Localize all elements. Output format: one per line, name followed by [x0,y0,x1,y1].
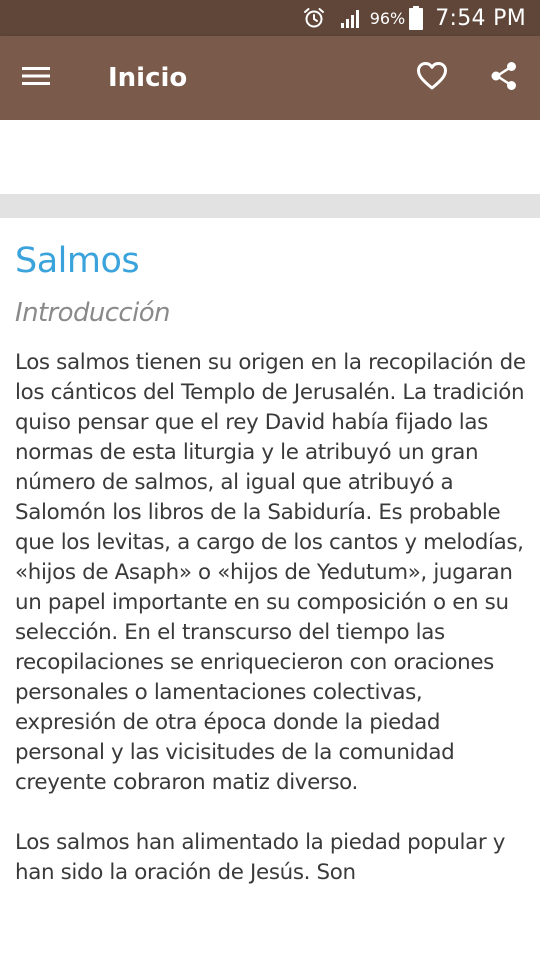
battery-icon [409,6,424,30]
banner-space [0,120,540,194]
heart-icon [416,61,448,95]
status-bar: 96% 7:54 PM [0,0,540,36]
share-button[interactable] [480,54,528,102]
article-paragraph: Los salmos han alimentado la piedad popu… [15,830,506,885]
page-title: Inicio [108,63,188,93]
status-clock: 7:54 PM [435,5,526,31]
article-subtitle: Introducción [15,298,171,328]
app-bar: Inicio [0,36,540,120]
favorite-button[interactable] [408,54,456,102]
menu-button[interactable] [12,54,60,102]
article-body: Los salmos tienen su origen en la recopi… [15,348,527,888]
article-title: Salmos [15,241,140,281]
article-paragraph: Los salmos tienen su origen en la recopi… [15,350,526,795]
menu-icon [21,64,51,92]
divider-band [0,194,540,218]
battery-percent: 96% [369,8,406,28]
alarm-icon [302,6,326,30]
signal-icon [340,7,362,29]
article-content: Salmos Introducción Los salmos tienen su… [15,236,527,918]
share-icon [489,61,519,95]
